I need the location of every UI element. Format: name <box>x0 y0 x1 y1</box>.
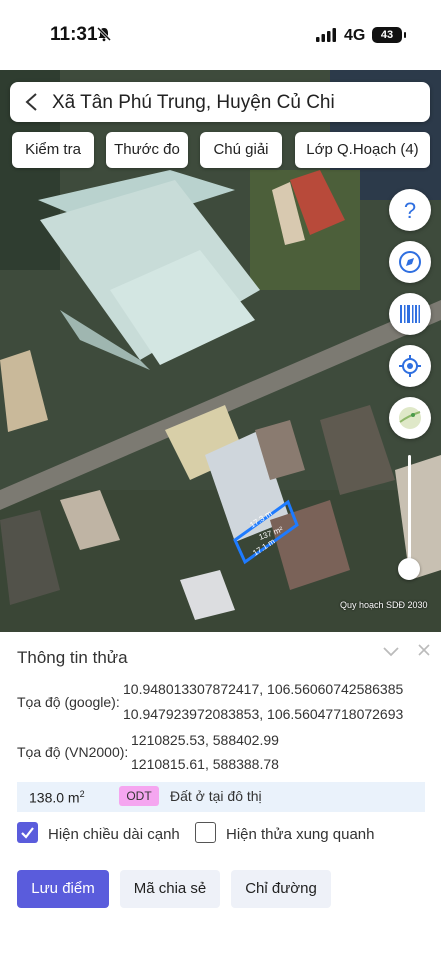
google-coords-label: Tọa độ (google): <box>17 694 120 710</box>
network-type: 4G <box>344 27 366 44</box>
land-type-label: Đất ở tại đô thị <box>170 788 262 804</box>
status-bar: 11:31 4G 43 <box>0 0 441 70</box>
close-icon[interactable] <box>418 644 430 656</box>
back-arrow-icon[interactable] <box>24 92 38 112</box>
share-code-button[interactable]: Mã chia sẻ <box>120 870 220 908</box>
area-row: 138.0 m2 ODT Đất ở tại đô thị <box>17 782 425 812</box>
map-credit: Quy hoạch SDĐ 2030 <box>340 600 428 610</box>
checkmark-icon <box>21 827 34 839</box>
show-neighbor-parcels-checkbox[interactable] <box>195 822 216 843</box>
measure-button[interactable]: Thước đo <box>106 132 188 168</box>
area-value: 138.0 m2 <box>29 789 85 806</box>
map-type-button[interactable] <box>389 397 431 439</box>
legend-button[interactable]: Chú giải <box>200 132 282 168</box>
directions-button[interactable]: Chỉ đường <box>231 870 331 908</box>
show-edge-lengths-checkbox[interactable] <box>17 822 38 843</box>
check-button[interactable]: Kiểm tra <box>12 132 94 168</box>
my-location-button[interactable] <box>389 345 431 387</box>
compass-button[interactable] <box>389 241 431 283</box>
opacity-slider-track[interactable] <box>408 455 411 570</box>
battery-indicator: 43 <box>372 27 406 43</box>
help-button[interactable]: ? <box>389 189 431 231</box>
zone-code-badge: ODT <box>119 786 159 806</box>
vn2000-coord-1: 1210825.53, 588402.99 <box>131 732 279 748</box>
svg-text:?: ? <box>404 198 416 222</box>
vn2000-coords-label: Tọa độ (VN2000): <box>17 744 129 760</box>
location-header[interactable]: Xã Tân Phú Trung, Huyện Củ Chi <box>10 82 430 122</box>
location-title: Xã Tân Phú Trung, Huyện Củ Chi <box>52 92 335 113</box>
location-target-icon <box>399 355 421 377</box>
question-icon: ? <box>404 198 416 222</box>
bell-muted-icon <box>96 26 112 42</box>
opacity-slider-knob[interactable] <box>398 558 420 580</box>
planning-layer-button[interactable]: Lớp Q.Hoạch (4) <box>295 132 430 168</box>
show-edge-lengths-label[interactable]: Hiện chiều dài cạnh <box>48 826 180 843</box>
show-neighbor-parcels-label[interactable]: Hiện thửa xung quanh <box>226 826 374 843</box>
compass-icon <box>399 251 421 273</box>
google-coord-2: 10.947923972083853, 106.56047718072693 <box>123 706 404 722</box>
barcode-icon <box>400 305 420 323</box>
map-thumbnail-icon <box>399 407 421 429</box>
google-coord-1: 10.948013307872417, 106.56060742586385 <box>123 681 404 697</box>
signal-icon <box>316 28 336 42</box>
barcode-button[interactable] <box>389 293 431 335</box>
save-point-button[interactable]: Lưu điểm <box>17 870 109 908</box>
chevron-down-icon[interactable] <box>383 646 399 658</box>
vn2000-coord-2: 1210815.61, 588388.78 <box>131 756 279 772</box>
panel-title: Thông tin thửa <box>17 648 128 667</box>
status-time: 11:31 <box>50 24 98 45</box>
parcel-info-panel: Thông tin thửa Tọa độ (google): 10.94801… <box>0 632 441 960</box>
